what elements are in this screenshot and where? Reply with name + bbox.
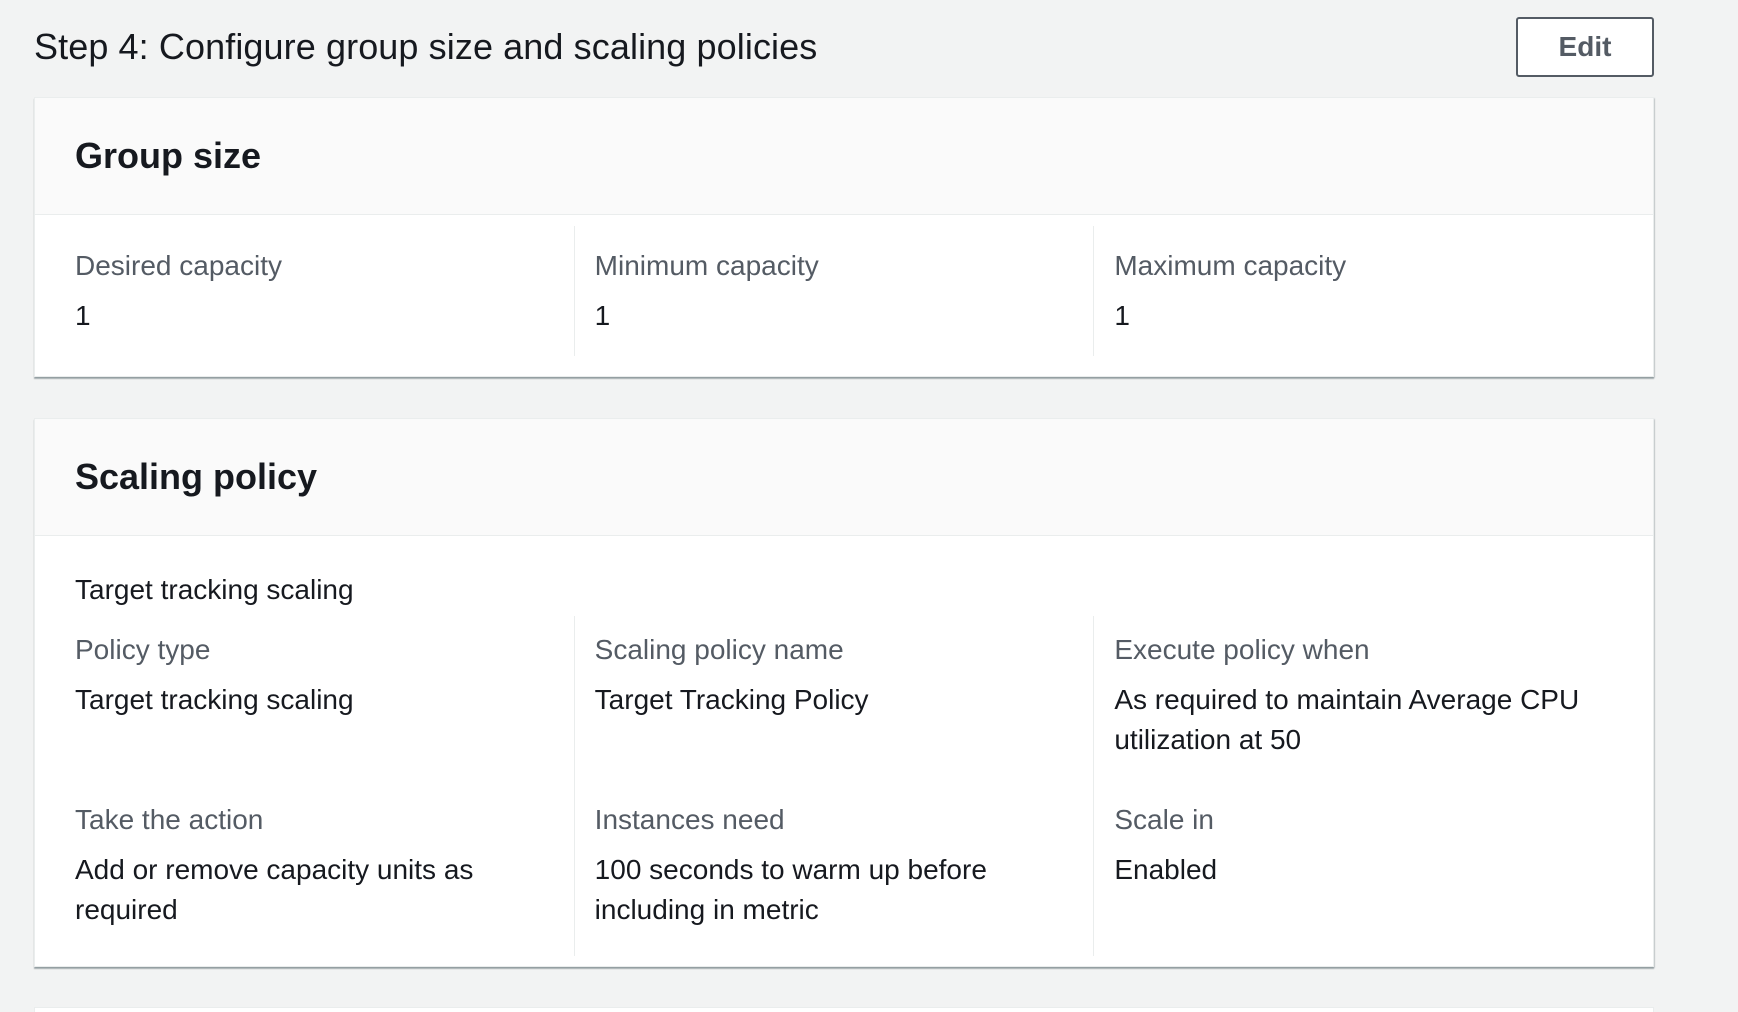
- instances-need-label: Instances need: [594, 804, 785, 835]
- policy-type-label: Policy type: [75, 634, 211, 665]
- scaling-policy-columns: Policy type Target tracking scaling Take…: [75, 616, 1613, 956]
- scale-in-value: Enabled: [1114, 854, 1218, 885]
- scale-in-field: Scale in Enabled: [1114, 802, 1593, 972]
- scaling-policy-body: Target tracking scaling Policy type Targ…: [35, 536, 1653, 956]
- instances-need-value: 100 seconds to warm up before including …: [594, 854, 987, 925]
- desired-capacity-field: Desired capacity 1: [75, 226, 574, 356]
- scaling-policy-name-value: Target Tracking Policy: [594, 684, 869, 715]
- scaling-policy-header: Scaling policy: [35, 419, 1653, 536]
- minimum-capacity-value: 1: [594, 300, 611, 331]
- minimum-capacity-field: Minimum capacity 1: [573, 226, 1094, 356]
- maximum-capacity-label: Maximum capacity: [1114, 250, 1347, 281]
- group-size-body: Desired capacity 1 Minimum capacity 1 Ma…: [35, 226, 1653, 356]
- next-panel-edge: [34, 1007, 1654, 1012]
- scaling-policy-panel: Scaling policy Target tracking scaling P…: [34, 418, 1654, 967]
- scaling-policy-name-field: Scaling policy name Target Tracking Poli…: [595, 632, 1074, 802]
- execute-policy-label: Execute policy when: [1114, 634, 1370, 665]
- scaling-policy-column-1: Policy type Target tracking scaling Take…: [75, 616, 574, 956]
- step-title: Step 4: Configure group size and scaling…: [34, 26, 818, 67]
- policy-type-field: Policy type Target tracking scaling: [75, 632, 554, 802]
- policy-type-value: Target tracking scaling: [75, 684, 354, 715]
- maximum-capacity-value: 1: [1114, 300, 1130, 331]
- group-size-title: Group size: [75, 135, 262, 176]
- group-size-panel: Group size Desired capacity 1 Minimum ca…: [34, 97, 1654, 377]
- group-size-columns: Desired capacity 1 Minimum capacity 1 Ma…: [75, 226, 1613, 356]
- scaling-policy-subheading: Target tracking scaling: [75, 574, 354, 605]
- instances-need-field: Instances need 100 seconds to warm up be…: [595, 802, 1074, 972]
- scaling-policy-column-2: Scaling policy name Target Tracking Poli…: [573, 616, 1094, 956]
- scale-in-label: Scale in: [1114, 804, 1214, 835]
- maximum-capacity-field: Maximum capacity 1: [1093, 226, 1613, 356]
- review-page: Step 4: Configure group size and scaling…: [0, 0, 1738, 1012]
- step-header: Step 4: Configure group size and scaling…: [34, 16, 1654, 78]
- edit-button[interactable]: Edit: [1516, 17, 1654, 77]
- desired-capacity-value: 1: [75, 300, 91, 331]
- take-action-label: Take the action: [75, 804, 264, 835]
- take-action-field: Take the action Add or remove capacity u…: [75, 802, 554, 972]
- execute-policy-field: Execute policy when As required to maint…: [1114, 632, 1593, 802]
- desired-capacity-label: Desired capacity: [75, 250, 282, 281]
- scaling-policy-column-3: Execute policy when As required to maint…: [1093, 616, 1613, 956]
- scaling-policy-name-label: Scaling policy name: [594, 634, 844, 665]
- minimum-capacity-label: Minimum capacity: [594, 250, 819, 281]
- take-action-value: Add or remove capacity units as required: [75, 854, 474, 925]
- group-size-header: Group size: [35, 98, 1653, 215]
- execute-policy-value: As required to maintain Average CPU util…: [1114, 684, 1580, 755]
- scaling-policy-title: Scaling policy: [75, 456, 318, 497]
